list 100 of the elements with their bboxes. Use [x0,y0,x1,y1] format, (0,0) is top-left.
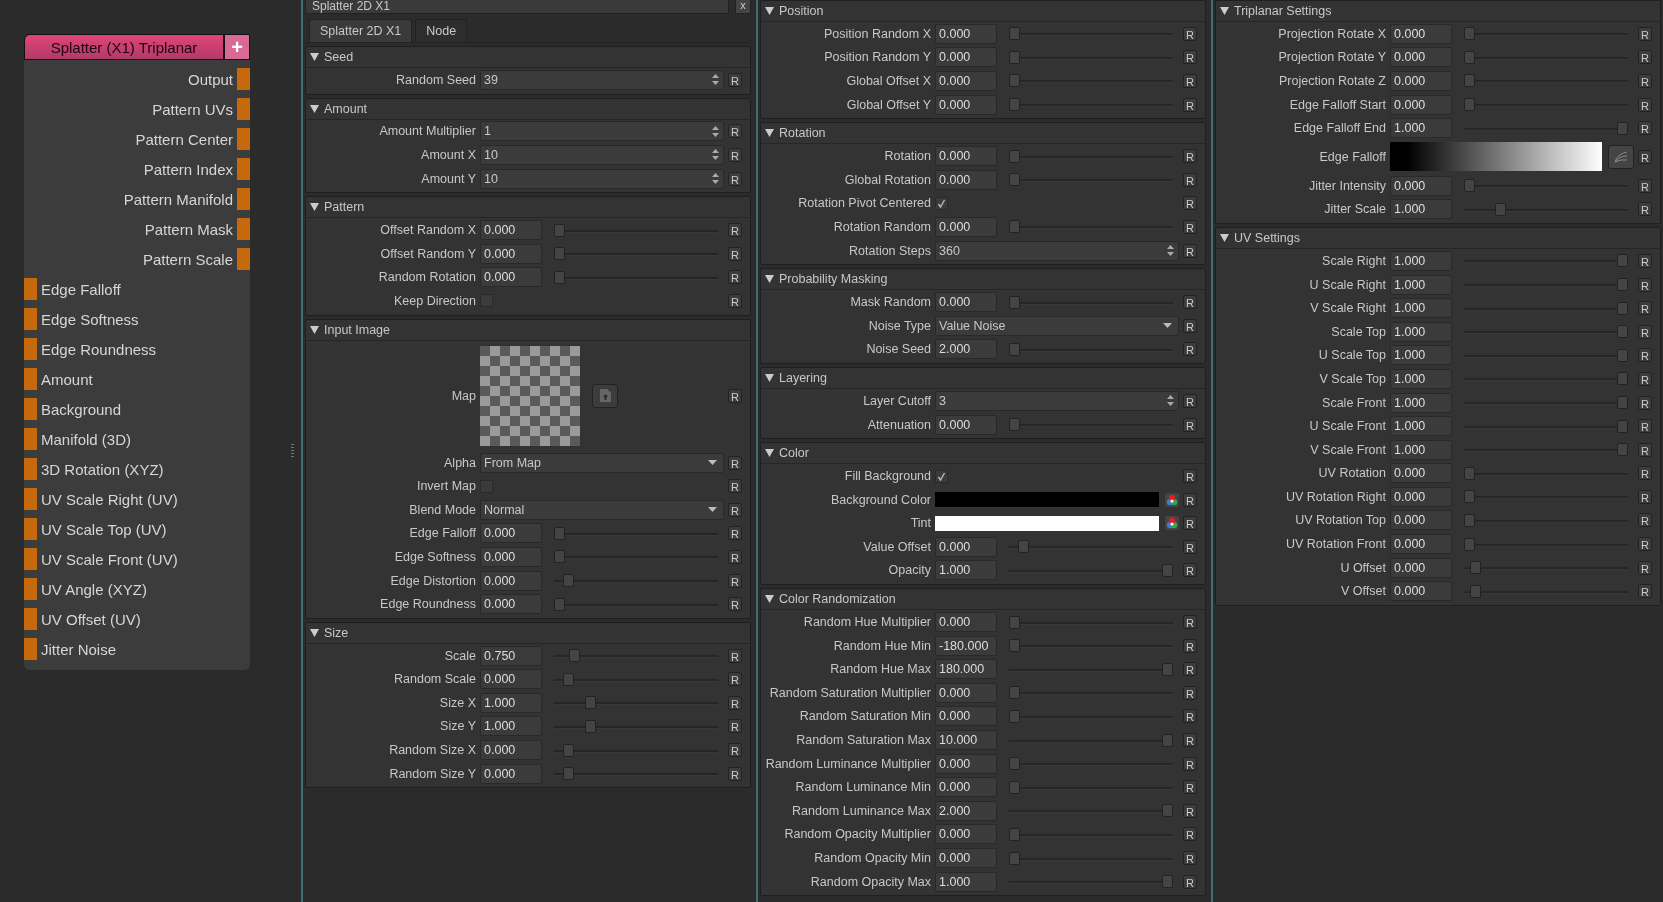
slider-thumb[interactable] [1009,827,1020,841]
value-field[interactable]: 180.000 [935,659,997,680]
reset-button[interactable]: R [1638,301,1652,316]
slider-thumb[interactable] [584,720,596,733]
reset-button[interactable]: R [1638,50,1652,65]
slider-thumb[interactable] [1617,396,1628,409]
reset-button[interactable]: R [1183,516,1197,531]
tab[interactable]: Node [415,19,468,42]
value-field[interactable]: 0.000 [1390,175,1452,196]
slider-thumb[interactable] [1464,490,1475,504]
value-field[interactable]: 0.000 [1390,557,1452,578]
slider-thumb[interactable] [1162,875,1173,889]
reset-button[interactable]: R [1183,539,1197,554]
collapse-triangle-icon[interactable] [1220,7,1229,15]
output-port[interactable] [237,188,250,210]
value-field[interactable]: 0.000 [935,47,997,68]
collapse-triangle-icon[interactable] [765,449,774,458]
value-field[interactable]: 0.000 [935,706,997,727]
color-picker-icon[interactable] [1165,492,1179,507]
spin-field[interactable]: 10 [480,168,724,189]
value-field[interactable]: 1.000 [1390,321,1452,342]
value-field[interactable]: 1.000 [1390,392,1452,413]
slider-thumb[interactable] [1617,121,1628,135]
reset-button[interactable]: R [728,148,742,162]
value-field[interactable]: 0.000 [480,523,542,544]
value-field[interactable]: 0.000 [480,594,542,615]
stepper-arrows-icon[interactable] [711,171,720,187]
reset-button[interactable]: R [728,479,742,494]
reset-button[interactable]: R [1638,121,1652,136]
spin-field[interactable]: 10 [480,145,724,165]
value-field[interactable]: 1.000 [1390,416,1452,437]
reset-button[interactable]: R [1638,513,1652,528]
value-field[interactable]: 0.000 [480,220,542,241]
reset-button[interactable]: R [1183,827,1197,842]
value-field[interactable]: 1.000 [1390,199,1452,220]
reset-button[interactable]: R [728,597,742,612]
collapse-triangle-icon[interactable] [765,374,774,383]
dropdown[interactable]: Normal [480,499,724,520]
reset-button[interactable]: R [1638,537,1652,552]
reset-button[interactable]: R [1183,295,1197,310]
section-title[interactable]: Position [779,4,824,18]
reset-button[interactable]: R [1183,662,1197,677]
slider-thumb[interactable] [563,574,575,587]
reset-button[interactable]: R [1183,219,1197,234]
checker-preview[interactable] [480,345,580,446]
section-title[interactable]: Seed [324,50,354,64]
reset-button[interactable]: R [728,124,742,139]
slider-thumb[interactable] [1464,466,1475,480]
node-title[interactable]: Splatter (X1) Triplanar [24,34,224,60]
reset-button[interactable]: R [1183,26,1197,41]
value-field[interactable]: 0.000 [935,777,997,798]
stepper-arrows-icon[interactable] [711,147,720,163]
checkbox[interactable] [935,469,948,483]
value-field[interactable]: 0.000 [1390,486,1452,507]
value-field[interactable]: 1.000 [1390,368,1452,389]
section-title[interactable]: Pattern [324,200,365,215]
slider-thumb[interactable] [1009,639,1020,653]
collapse-triangle-icon[interactable] [1220,234,1229,243]
output-port[interactable] [237,98,250,120]
value-field[interactable]: 2.000 [935,339,997,360]
reset-button[interactable]: R [1638,149,1652,164]
value-field[interactable]: 0.000 [1390,463,1452,484]
reset-button[interactable]: R [1183,780,1197,795]
input-port[interactable] [24,398,37,420]
input-port[interactable] [24,638,37,660]
value-field[interactable]: -180.000 [935,635,997,656]
reset-button[interactable]: R [1638,419,1652,434]
input-port[interactable] [24,338,37,360]
reset-button[interactable]: R [728,549,742,564]
value-field[interactable]: 0.000 [935,536,997,557]
stepper-arrows-icon[interactable] [1166,243,1175,259]
slider-thumb[interactable] [554,223,565,237]
value-field[interactable]: 0.000 [935,414,997,435]
slider-thumb[interactable] [1464,74,1475,88]
reset-button[interactable]: R [728,672,742,687]
value-field[interactable]: 0.000 [1390,510,1452,531]
slider-thumb[interactable] [1617,325,1628,339]
value-field[interactable]: 0.000 [935,292,997,313]
slider-thumb[interactable] [1009,418,1020,431]
load-image-button[interactable] [592,383,618,408]
slider-thumb[interactable] [1617,443,1628,457]
input-port[interactable] [24,278,37,300]
input-port[interactable] [24,488,37,510]
slider-thumb[interactable] [1470,584,1482,598]
section-title[interactable]: Input Image [324,322,390,337]
output-port[interactable] [237,218,250,240]
slider-thumb[interactable] [1009,27,1020,41]
value-field[interactable]: 0.000 [935,169,997,190]
output-port[interactable] [237,128,250,150]
reset-button[interactable]: R [1638,466,1652,481]
value-field[interactable]: 1.000 [1390,439,1452,460]
close-button[interactable]: x [735,0,751,14]
reset-button[interactable]: R [728,72,742,87]
checkbox[interactable] [935,196,948,210]
slider-thumb[interactable] [1009,50,1020,64]
value-field[interactable]: 0.000 [1390,71,1452,91]
slider-thumb[interactable] [1464,514,1475,527]
reset-button[interactable]: R [1183,196,1197,211]
input-port[interactable] [24,518,37,540]
value-field[interactable]: 0.000 [935,146,997,167]
